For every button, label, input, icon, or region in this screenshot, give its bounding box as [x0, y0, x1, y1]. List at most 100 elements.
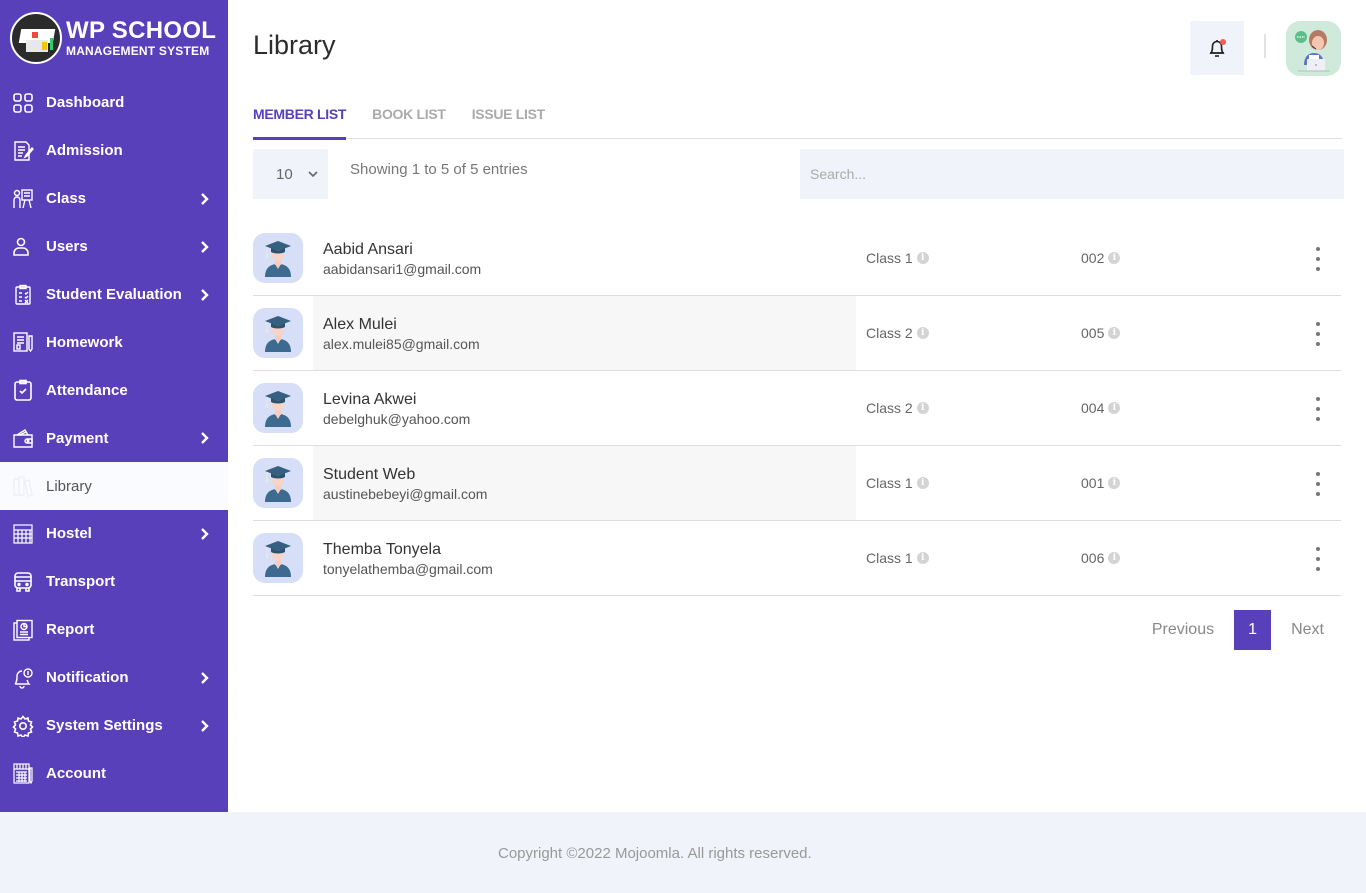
sidebar-item-attendance[interactable]: Attendance	[0, 366, 228, 414]
chevron-right-icon	[200, 288, 210, 302]
row-actions-menu-button[interactable]	[1311, 397, 1325, 421]
library-icon	[12, 475, 34, 497]
member-name[interactable]: Levina Akwei	[323, 391, 416, 409]
kebab-dot	[1316, 342, 1320, 346]
sidebar-item-account[interactable]: Account	[0, 749, 228, 797]
sidebar-item-users[interactable]: Users	[0, 223, 228, 271]
info-icon[interactable]: i	[1108, 402, 1121, 414]
page-size-select[interactable]: 10	[253, 149, 328, 199]
tab-member-list[interactable]: MEMBER LIST	[253, 98, 346, 140]
search-input[interactable]	[800, 149, 1344, 199]
info-icon[interactable]: i	[1108, 552, 1121, 564]
table-row[interactable]: Themba Tonyela tonyelathemba@gmail.com C…	[253, 521, 1341, 596]
sidebar-item-dashboard[interactable]: Dashboard	[0, 79, 228, 127]
member-name[interactable]: Aabid Ansari	[323, 241, 413, 259]
graduate-student-icon	[265, 241, 291, 277]
student-avatar	[253, 458, 303, 508]
member-roll-number: 005 i	[1081, 325, 1121, 341]
sidebar-item-label: Account	[46, 764, 106, 782]
member-class: Class 2 i	[866, 400, 929, 416]
roll-label: 006	[1081, 550, 1105, 566]
previous-page-button[interactable]: Previous	[1152, 621, 1214, 639]
sidebar-item-library[interactable]: Library	[0, 462, 228, 511]
student-avatar	[253, 533, 303, 583]
row-actions-menu-button[interactable]	[1311, 247, 1325, 271]
sidebar-item-class[interactable]: Class	[0, 175, 228, 223]
member-class: Class 1 i	[866, 550, 929, 566]
sidebar-item-report[interactable]: Report	[0, 606, 228, 654]
member-table: Aabid Ansari aabidansari1@gmail.com Clas…	[253, 221, 1341, 596]
info-icon[interactable]: i	[916, 252, 929, 264]
row-actions-menu-button[interactable]	[1311, 547, 1325, 571]
gear-icon	[12, 714, 34, 737]
kebab-dot	[1316, 407, 1320, 411]
roll-label: 001	[1081, 475, 1105, 491]
page-1-button[interactable]: 1	[1234, 610, 1272, 650]
member-name[interactable]: Alex Mulei	[323, 316, 397, 334]
info-icon[interactable]: i	[1108, 477, 1121, 489]
info-icon[interactable]: i	[916, 402, 929, 414]
kebab-dot	[1316, 397, 1320, 401]
tab-issue-list[interactable]: ISSUE LIST	[472, 98, 546, 138]
sidebar: WP SCHOOL MANAGEMENT SYSTEM Dashboard Ad…	[0, 0, 228, 812]
copyright-text: Copyright ©2022 Mojoomla. All rights res…	[498, 845, 812, 862]
member-name[interactable]: Themba Tonyela	[323, 541, 441, 559]
member-class: Class 2 i	[866, 325, 929, 341]
next-page-button[interactable]: Next	[1291, 621, 1324, 639]
admission-icon	[12, 140, 34, 162]
sidebar-item-label: Library	[46, 477, 92, 495]
kebab-dot	[1316, 257, 1320, 261]
sidebar-item-student-evaluation[interactable]: Student Evaluation	[0, 271, 228, 319]
sidebar-item-payment[interactable]: Payment	[0, 414, 228, 462]
member-email: aabidansari1@gmail.com	[323, 261, 482, 277]
hostel-icon	[12, 523, 34, 545]
kebab-dot	[1316, 322, 1320, 326]
kebab-dot	[1316, 557, 1320, 561]
roll-label: 004	[1081, 400, 1105, 416]
table-row[interactable]: Alex Mulei alex.mulei85@gmail.com Class …	[253, 296, 1341, 371]
sidebar-item-hostel[interactable]: Hostel	[0, 510, 228, 558]
info-icon[interactable]: i	[916, 552, 929, 564]
user-avatar[interactable]	[1286, 21, 1341, 76]
student-avatar	[253, 383, 303, 433]
sidebar-item-transport[interactable]: Transport	[0, 558, 228, 606]
bus-icon	[12, 571, 34, 593]
sidebar-item-label: Transport	[46, 573, 116, 591]
brand-logo[interactable]: WP SCHOOL MANAGEMENT SYSTEM	[10, 12, 216, 64]
class-label: Class 2	[866, 400, 913, 416]
info-icon[interactable]: i	[1108, 327, 1121, 339]
sidebar-item-label: Payment	[46, 429, 109, 447]
member-name[interactable]: Student Web	[323, 466, 415, 484]
sidebar-item-label: Report	[46, 621, 95, 639]
sidebar-item-admission[interactable]: Admission	[0, 127, 228, 175]
sidebar-item-homework[interactable]: Homework	[0, 318, 228, 366]
member-email: debelghuk@yahoo.com	[323, 411, 471, 427]
kebab-dot	[1316, 547, 1320, 551]
tab-book-list[interactable]: BOOK LIST	[372, 98, 446, 138]
kebab-dot	[1316, 567, 1320, 571]
info-icon[interactable]: i	[1108, 252, 1121, 264]
row-actions-menu-button[interactable]	[1311, 472, 1325, 496]
roll-label: 002	[1081, 250, 1105, 266]
table-row[interactable]: Levina Akwei debelghuk@yahoo.com Class 2…	[253, 371, 1341, 446]
sidebar-item-system-settings[interactable]: System Settings	[0, 702, 228, 750]
sidebar-item-label: Dashboard	[46, 94, 125, 112]
sidebar-item-label: Student Evaluation	[46, 286, 182, 303]
class-icon	[12, 188, 34, 210]
support-agent-avatar-icon	[1295, 30, 1330, 72]
chevron-right-icon	[200, 671, 210, 685]
member-class: Class 1 i	[866, 250, 929, 266]
student-avatar	[253, 308, 303, 358]
table-row[interactable]: Aabid Ansari aabidansari1@gmail.com Clas…	[253, 221, 1341, 296]
member-email: austinebebeyi@gmail.com	[323, 486, 488, 502]
sidebar-item-notification[interactable]: Notification	[0, 654, 228, 702]
info-icon[interactable]: i	[916, 327, 929, 339]
info-icon[interactable]: i	[916, 477, 929, 489]
chevron-right-icon	[200, 240, 210, 254]
member-roll-number: 002 i	[1081, 250, 1121, 266]
notification-icon	[12, 667, 34, 689]
notifications-button[interactable]	[1190, 21, 1244, 75]
row-actions-menu-button[interactable]	[1311, 322, 1325, 346]
table-row[interactable]: Student Web austinebebeyi@gmail.com Clas…	[253, 446, 1341, 521]
clipboard-icon	[12, 284, 34, 306]
